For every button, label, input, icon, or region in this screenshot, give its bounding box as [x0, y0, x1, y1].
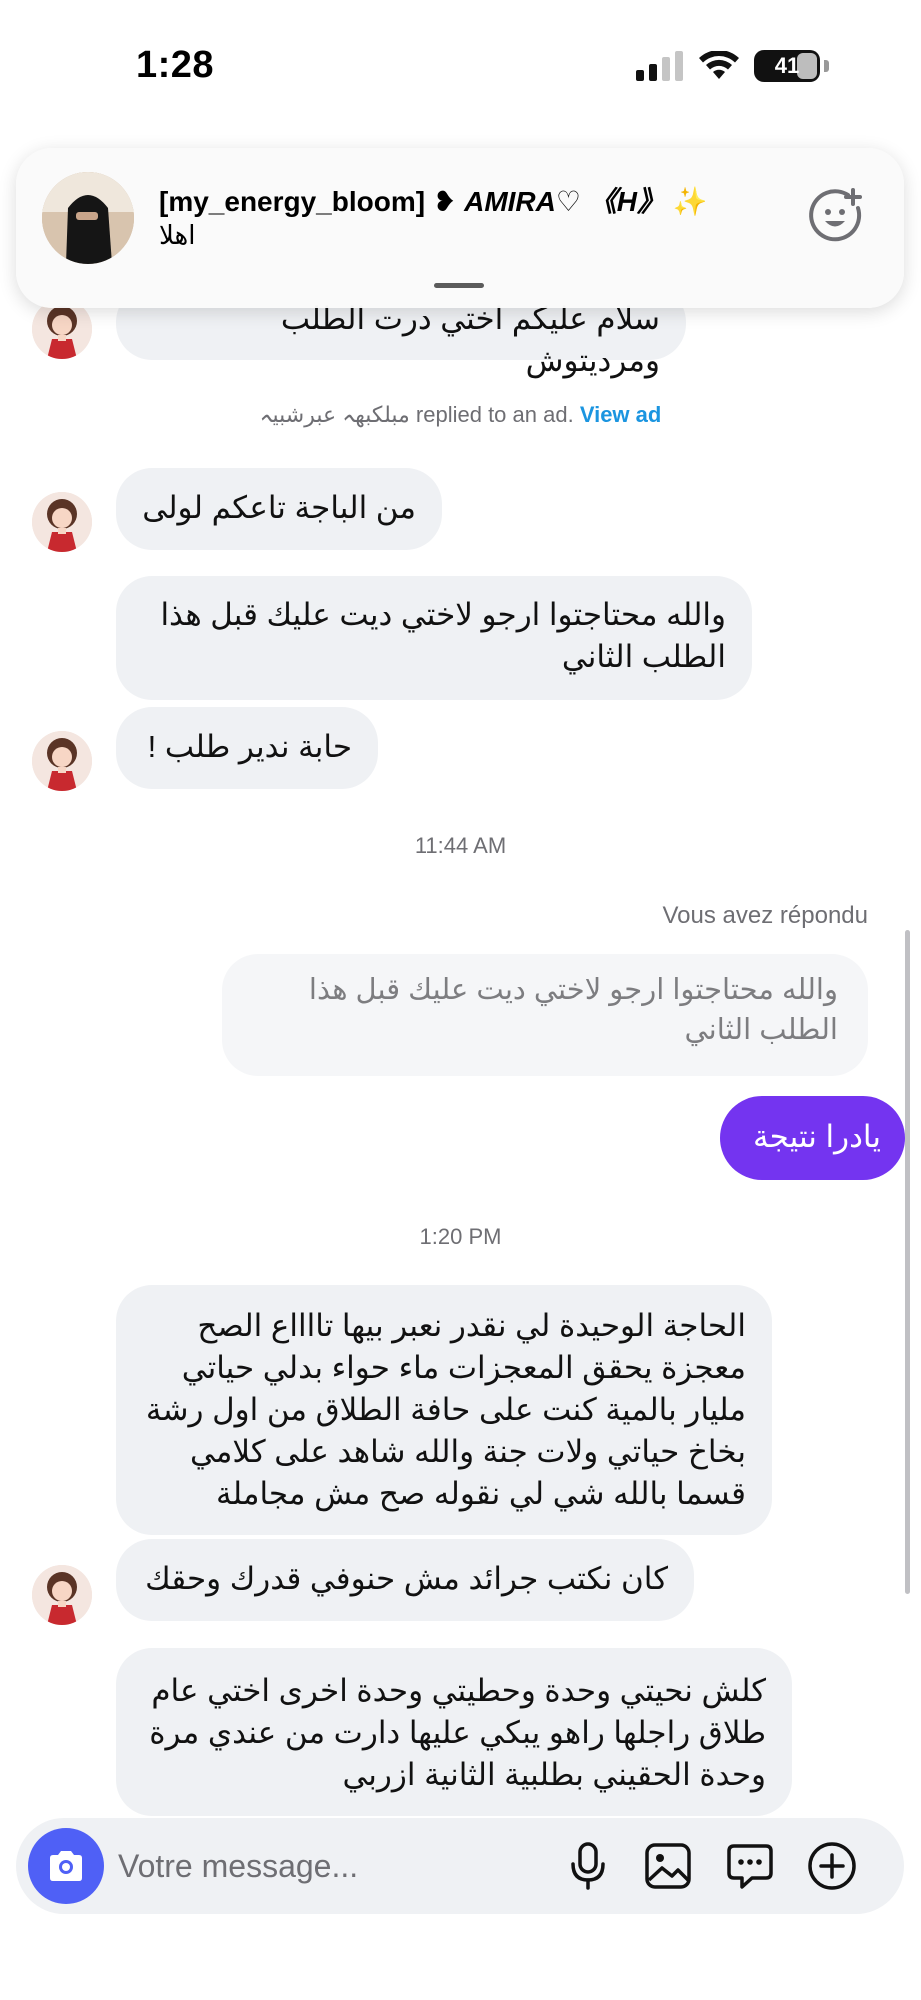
signal-icon — [636, 51, 683, 81]
ad-sender-name: مبلكبهہ عبرشبيہ — [259, 402, 410, 427]
more-button[interactable] — [806, 1840, 858, 1892]
doll-avatar-icon — [32, 1565, 92, 1625]
status-time: 1:28 — [136, 44, 215, 86]
replied-to-ad-text: replied to an ad. — [409, 402, 580, 427]
message-bubble-incoming[interactable]: الحاجة الوحيدة لي نقدر نعبر بيها تااااع … — [116, 1285, 772, 1535]
avatar[interactable] — [32, 492, 92, 552]
message-bubble-outgoing[interactable]: يادرا نتيجة — [720, 1096, 905, 1180]
message-timestamp: 11:44 AM — [414, 833, 507, 858]
status-icons: 41 — [636, 50, 829, 82]
sticker-chat-icon — [727, 1844, 773, 1889]
battery-level: 41 — [774, 53, 800, 78]
sender-suffix: ✨ — [664, 186, 708, 217]
notification-avatar — [42, 172, 134, 264]
camera-button[interactable] — [28, 1828, 104, 1904]
battery-icon: 41 — [754, 50, 820, 82]
avatar[interactable] — [32, 299, 92, 359]
microphone-button[interactable] — [562, 1840, 614, 1892]
plus-circle-icon — [808, 1842, 856, 1890]
message-bubble-incoming[interactable]: كان نكتب جرائد مش حنوفي قدرك وحقك — [116, 1539, 694, 1621]
gallery-button[interactable] — [642, 1840, 694, 1892]
message-bubble-incoming[interactable]: والله محتاجتوا ارجو لاختي ديت عليك قبل ه… — [116, 576, 752, 700]
notification-title: [my_energy_bloom] ❥ AMIRA♡ 《H》 ✨ — [159, 180, 708, 220]
notification-message: اهلا — [159, 220, 196, 250]
gallery-icon — [645, 1843, 691, 1889]
sender-prefix: [my_energy_bloom] ❥ — [159, 186, 465, 217]
sticker-button[interactable] — [724, 1840, 776, 1892]
microphone-icon — [571, 1842, 605, 1890]
doll-avatar-icon — [32, 731, 92, 791]
notification-banner[interactable]: [my_energy_bloom] ❥ AMIRA♡ 《H》 ✨ اهلا — [16, 148, 904, 308]
avatar[interactable] — [32, 1565, 92, 1625]
scrollbar[interactable] — [905, 930, 910, 1594]
profile-photo-icon — [42, 172, 134, 264]
wifi-icon — [699, 51, 739, 79]
message-composer — [16, 1818, 904, 1914]
reply-label: Vous avez répondu — [662, 902, 869, 929]
message-bubble-incoming[interactable]: من الباجة تاعكم لولى — [116, 468, 442, 550]
view-ad-link[interactable]: View ad — [580, 402, 662, 427]
replied-to-ad-note: مبلكبهہ عبرشبيہ replied to an ad. View a… — [0, 402, 921, 428]
doll-avatar-icon — [32, 492, 92, 552]
camera-icon — [50, 1851, 82, 1881]
message-bubble-incoming[interactable]: حابة ندير طلب ! — [116, 707, 378, 789]
doll-avatar-icon — [32, 299, 92, 359]
sticker-smile-icon[interactable] — [808, 188, 864, 244]
banner-drag-handle[interactable] — [434, 283, 484, 288]
avatar[interactable] — [32, 731, 92, 791]
sender-name: AMIRA♡ 《H》 — [464, 186, 665, 217]
message-bubble-incoming[interactable]: كلش نحيتي وحدة وحطيتي وحدة اخرى اختي عام… — [116, 1648, 792, 1816]
message-input[interactable] — [118, 1842, 538, 1890]
message-timestamp: 1:20 PM — [419, 1224, 502, 1249]
quoted-message[interactable]: والله محتاجتوا ارجو لاختي ديت عليك قبل ه… — [222, 954, 868, 1076]
